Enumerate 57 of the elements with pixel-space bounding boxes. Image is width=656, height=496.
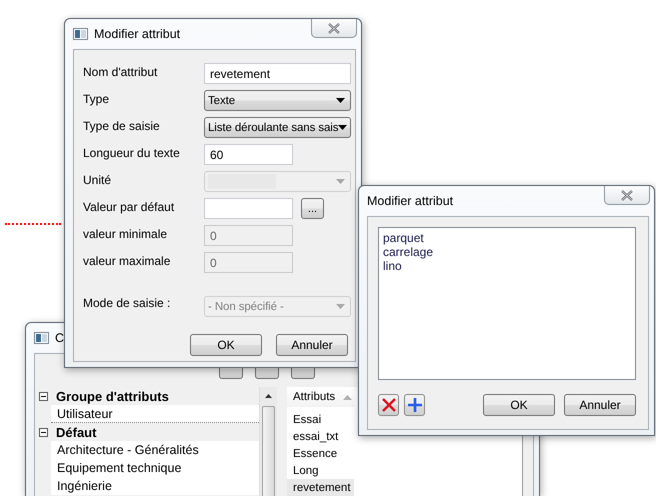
dropdown-arrow-icon xyxy=(336,179,345,184)
dropdown-arrow-icon xyxy=(336,98,345,103)
tree-item[interactable]: Utilisateur xyxy=(51,405,259,423)
cancel-button[interactable]: Annuler xyxy=(276,334,348,356)
add-button[interactable] xyxy=(404,394,425,416)
ok-button[interactable]: OK xyxy=(190,334,262,356)
dropdown[interactable]: Liste déroulante sans sais xyxy=(204,117,351,138)
field-label: Unité xyxy=(83,173,112,187)
text-field[interactable]: 60 xyxy=(204,144,293,165)
list-item[interactable]: Essai xyxy=(287,411,354,428)
field-label: Longueur du texte xyxy=(83,146,181,160)
plus-icon xyxy=(408,398,422,412)
collapse-icon[interactable] xyxy=(39,428,48,436)
tree-item[interactable]: Architecture - Généralités xyxy=(51,441,259,459)
text-field[interactable]: revetement xyxy=(204,63,351,84)
field-label: Type de saisie xyxy=(83,119,161,133)
window-icon xyxy=(34,332,49,344)
window-title: C xyxy=(55,331,64,345)
ok-button[interactable]: OK xyxy=(483,394,555,416)
group-label: Groupe d'attributs xyxy=(56,388,169,404)
dropdown-arrow-icon xyxy=(336,304,345,309)
list-item[interactable]: Essence xyxy=(287,445,354,462)
list-item[interactable]: parquet xyxy=(383,231,424,245)
window-icon xyxy=(73,28,88,40)
field-label: Mode de saisie : xyxy=(83,296,172,310)
close-button[interactable] xyxy=(311,19,357,38)
cross-icon xyxy=(382,398,396,412)
close-icon xyxy=(620,190,634,200)
text-field[interactable] xyxy=(204,198,293,219)
field-label: Valeur par défaut xyxy=(83,200,176,214)
dropdown[interactable]: Texte xyxy=(204,90,351,111)
delete-button[interactable] xyxy=(378,394,399,416)
browse-button[interactable]: ... xyxy=(301,198,324,219)
tree-item[interactable]: Equipement technique xyxy=(51,459,259,477)
value-list[interactable]: parquet carrelage lino xyxy=(378,227,636,380)
collapse-icon[interactable] xyxy=(39,392,48,400)
window-title: Modifier attribut xyxy=(94,27,180,41)
tree-item[interactable]: Ingénierie xyxy=(51,477,259,495)
group-label: Défaut xyxy=(56,424,96,440)
list-item[interactable]: Long xyxy=(287,462,354,479)
column-title: Attributs xyxy=(293,391,336,403)
field-label: valeur minimale xyxy=(83,227,168,241)
close-icon xyxy=(327,22,341,34)
close-button[interactable] xyxy=(604,186,650,205)
cancel-button[interactable]: Annuler xyxy=(564,394,636,416)
scroll-up-icon xyxy=(265,394,272,398)
list-item[interactable]: carrelage xyxy=(383,245,434,259)
list-item[interactable]: essai_txt xyxy=(287,428,354,445)
list-item[interactable]: lino xyxy=(383,259,402,273)
list-item[interactable]: revetement xyxy=(287,479,354,496)
dropdown-arrow-icon xyxy=(338,125,348,130)
field-label: Nom d'attribut xyxy=(83,65,158,79)
window-title: Modifier attribut xyxy=(367,194,454,208)
field-label: valeur maximale xyxy=(83,254,172,268)
dotted-line xyxy=(5,223,61,225)
field-label: Type xyxy=(83,92,110,106)
sort-arrow-icon xyxy=(343,394,352,400)
